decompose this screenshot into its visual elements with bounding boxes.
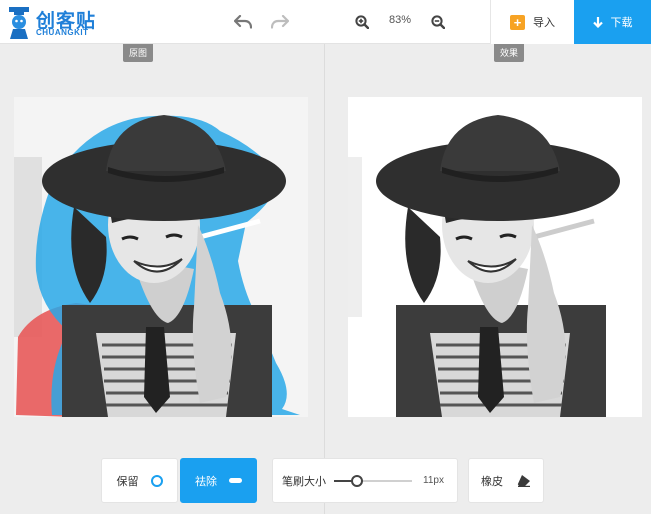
eraser-icon (517, 475, 530, 487)
eraser-label: 橡皮 (481, 475, 503, 488)
zoom-in-icon (355, 15, 369, 29)
minus-icon (229, 478, 242, 483)
plus-icon: + (510, 14, 525, 30)
download-label: 下载 (610, 17, 633, 29)
mascot-logo-icon (9, 7, 29, 39)
result-photo-image (348, 97, 642, 417)
import-label: 导入 (533, 17, 555, 29)
keep-label: 保留 (116, 475, 139, 488)
zoom-in-button[interactable] (350, 10, 374, 34)
remove-brush-button[interactable]: 祛除 (180, 458, 257, 503)
original-image-canvas[interactable] (14, 97, 308, 417)
zoom-out-button[interactable] (426, 10, 450, 34)
keep-circle-icon (150, 474, 163, 487)
redo-button[interactable] (268, 10, 292, 34)
zoom-out-icon (431, 15, 445, 29)
slider-handle[interactable] (350, 474, 363, 487)
keep-brush-button[interactable]: 保留 (101, 458, 178, 503)
zoom-level: 83% (388, 14, 412, 26)
eraser-button[interactable]: 橡皮 (468, 458, 544, 503)
logo[interactable]: 创客贴 CHUANGKIT (6, 4, 106, 40)
download-arrow-icon (592, 17, 603, 28)
original-photo-image (14, 97, 308, 417)
undo-button[interactable] (231, 10, 255, 34)
original-panel-tag: 原图 (123, 44, 154, 62)
logo-subtitle: CHUANGKIT (36, 28, 89, 37)
redo-icon (271, 15, 289, 29)
panel-divider (324, 44, 325, 514)
download-button[interactable]: 下载 (574, 0, 651, 44)
top-bar: 创客贴 CHUANGKIT 83% + 导入 下载 (0, 0, 651, 44)
remove-label: 祛除 (195, 475, 217, 488)
brush-size-label: 笔刷大小 (282, 475, 326, 488)
import-button[interactable]: + 导入 (490, 0, 574, 44)
result-panel-tag: 效果 (494, 44, 525, 62)
brush-size-value: 11px (423, 475, 444, 486)
brush-size-slider[interactable] (334, 474, 412, 487)
undo-icon (234, 15, 252, 29)
brush-size-control: 笔刷大小 11px (272, 458, 458, 503)
result-image-canvas[interactable] (348, 97, 642, 417)
